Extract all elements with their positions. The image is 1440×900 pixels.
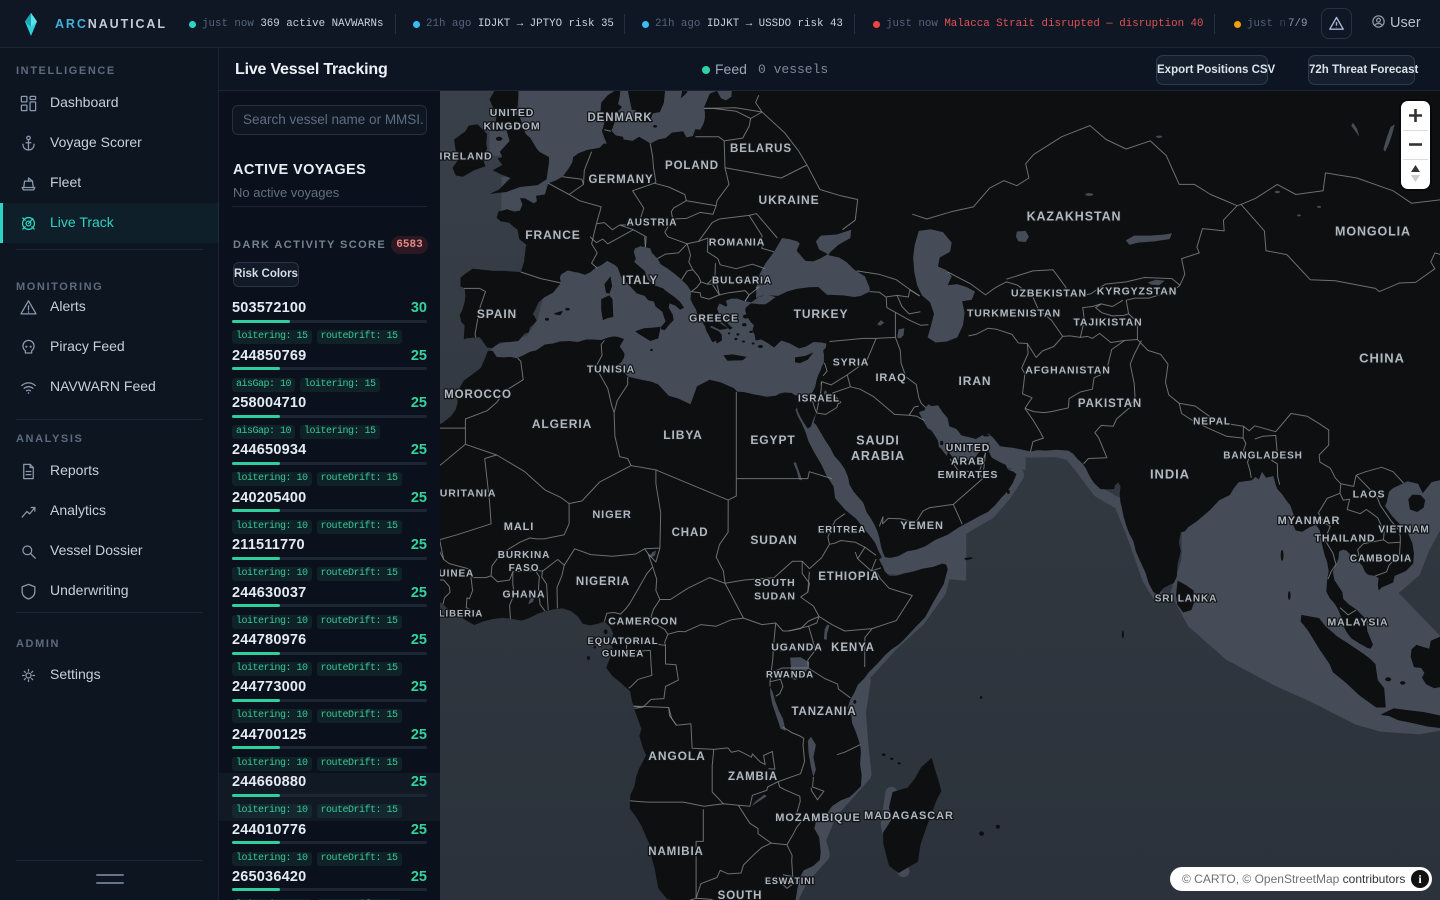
- svg-text:TAJIKISTAN: TAJIKISTAN: [1073, 317, 1142, 329]
- svg-text:ZAMBIA: ZAMBIA: [728, 771, 778, 783]
- svg-text:MALAYSIA: MALAYSIA: [1327, 617, 1388, 629]
- svg-text:ETHIOPIA: ETHIOPIA: [818, 571, 880, 583]
- svg-text:FASO: FASO: [509, 563, 540, 574]
- svg-text:MOROCCO: MOROCCO: [444, 389, 512, 401]
- svg-text:SOUTH: SOUTH: [718, 890, 763, 900]
- svg-text:MOZAMBIQUE: MOZAMBIQUE: [775, 812, 860, 824]
- svg-text:FRANCE: FRANCE: [525, 228, 580, 242]
- svg-text:IRELAND: IRELAND: [440, 151, 492, 163]
- svg-text:EQUATORIAL: EQUATORIAL: [588, 636, 659, 647]
- svg-text:INDIA: INDIA: [1150, 467, 1190, 482]
- svg-text:NEPAL: NEPAL: [1193, 417, 1231, 428]
- svg-text:KINGDOM: KINGDOM: [483, 120, 540, 132]
- svg-text:ERITREA: ERITREA: [818, 524, 866, 535]
- svg-text:EGYPT: EGYPT: [750, 433, 795, 447]
- svg-text:KYRGYZSTAN: KYRGYZSTAN: [1097, 286, 1178, 298]
- svg-text:GUINEA: GUINEA: [440, 569, 474, 580]
- svg-text:VIETNAM: VIETNAM: [1378, 525, 1429, 536]
- svg-text:BANGLADESH: BANGLADESH: [1223, 451, 1303, 462]
- svg-text:DENMARK: DENMARK: [587, 112, 652, 124]
- svg-text:MONGOLIA: MONGOLIA: [1335, 224, 1411, 238]
- svg-text:ANGOLA: ANGOLA: [648, 749, 705, 763]
- svg-text:SUDAN: SUDAN: [750, 533, 797, 547]
- svg-text:CAMEROON: CAMEROON: [608, 616, 678, 628]
- svg-text:YEMEN: YEMEN: [900, 520, 944, 532]
- svg-text:BURKINA: BURKINA: [498, 550, 550, 561]
- svg-text:KAZAKHSTAN: KAZAKHSTAN: [1027, 209, 1122, 223]
- svg-text:THAILAND: THAILAND: [1315, 533, 1376, 545]
- svg-text:ITALY: ITALY: [622, 275, 658, 287]
- svg-text:UZBEKISTAN: UZBEKISTAN: [1011, 288, 1087, 300]
- svg-text:AFGHANISTAN: AFGHANISTAN: [1025, 365, 1111, 377]
- svg-text:TANZANIA: TANZANIA: [791, 706, 856, 718]
- svg-text:UNITED: UNITED: [946, 442, 990, 454]
- svg-text:KENYA: KENYA: [831, 642, 875, 654]
- svg-text:IRAN: IRAN: [959, 374, 992, 388]
- svg-text:NIGERIA: NIGERIA: [576, 576, 630, 588]
- svg-text:GERMANY: GERMANY: [588, 174, 653, 186]
- svg-text:BELARUS: BELARUS: [730, 143, 792, 155]
- svg-text:IRAQ: IRAQ: [875, 372, 906, 384]
- svg-text:LIBERIA: LIBERIA: [440, 608, 483, 619]
- svg-text:CHAD: CHAD: [672, 527, 709, 539]
- svg-text:TUNISIA: TUNISIA: [587, 364, 635, 376]
- svg-text:ESWATINI: ESWATINI: [765, 876, 815, 886]
- svg-text:NIGER: NIGER: [592, 509, 631, 521]
- svg-text:MALI: MALI: [504, 521, 534, 533]
- svg-text:SYRIA: SYRIA: [833, 357, 870, 369]
- svg-text:LAOS: LAOS: [1353, 489, 1386, 501]
- svg-text:CAMBODIA: CAMBODIA: [1350, 554, 1412, 565]
- svg-text:SOUTH: SOUTH: [754, 577, 795, 589]
- svg-text:POLAND: POLAND: [665, 160, 719, 172]
- svg-text:NAMIBIA: NAMIBIA: [648, 846, 704, 858]
- svg-text:TURKEY: TURKEY: [794, 307, 849, 321]
- svg-text:ISRAEL: ISRAEL: [798, 394, 840, 405]
- svg-text:ARAB: ARAB: [951, 456, 985, 468]
- svg-text:MAURITANIA: MAURITANIA: [440, 488, 496, 500]
- svg-text:MADAGASCAR: MADAGASCAR: [864, 810, 954, 822]
- svg-text:MYANMAR: MYANMAR: [1278, 515, 1341, 527]
- svg-text:GUINEA: GUINEA: [602, 649, 644, 660]
- svg-text:PAKISTAN: PAKISTAN: [1078, 398, 1142, 410]
- svg-text:UKRAINE: UKRAINE: [759, 193, 820, 207]
- svg-text:EMIRATES: EMIRATES: [938, 469, 999, 481]
- svg-text:ARABIA: ARABIA: [851, 449, 905, 463]
- svg-text:RWANDA: RWANDA: [766, 669, 814, 680]
- svg-text:SRI LANKA: SRI LANKA: [1155, 594, 1218, 605]
- svg-text:AUSTRIA: AUSTRIA: [627, 218, 678, 229]
- svg-text:SPAIN: SPAIN: [477, 307, 517, 321]
- svg-text:CHINA: CHINA: [1359, 351, 1405, 366]
- svg-text:BULGARIA: BULGARIA: [712, 276, 772, 287]
- svg-text:ROMANIA: ROMANIA: [709, 237, 765, 249]
- svg-text:LIBYA: LIBYA: [663, 428, 702, 442]
- svg-text:SAUDI: SAUDI: [856, 434, 899, 448]
- svg-text:UNITED: UNITED: [490, 107, 534, 119]
- svg-text:UGANDA: UGANDA: [771, 642, 822, 654]
- svg-text:GREECE: GREECE: [689, 313, 739, 325]
- svg-text:SUDAN: SUDAN: [754, 590, 796, 602]
- svg-text:GHANA: GHANA: [503, 589, 546, 601]
- svg-text:TURKMENISTAN: TURKMENISTAN: [967, 308, 1061, 320]
- svg-text:ALGERIA: ALGERIA: [532, 417, 592, 431]
